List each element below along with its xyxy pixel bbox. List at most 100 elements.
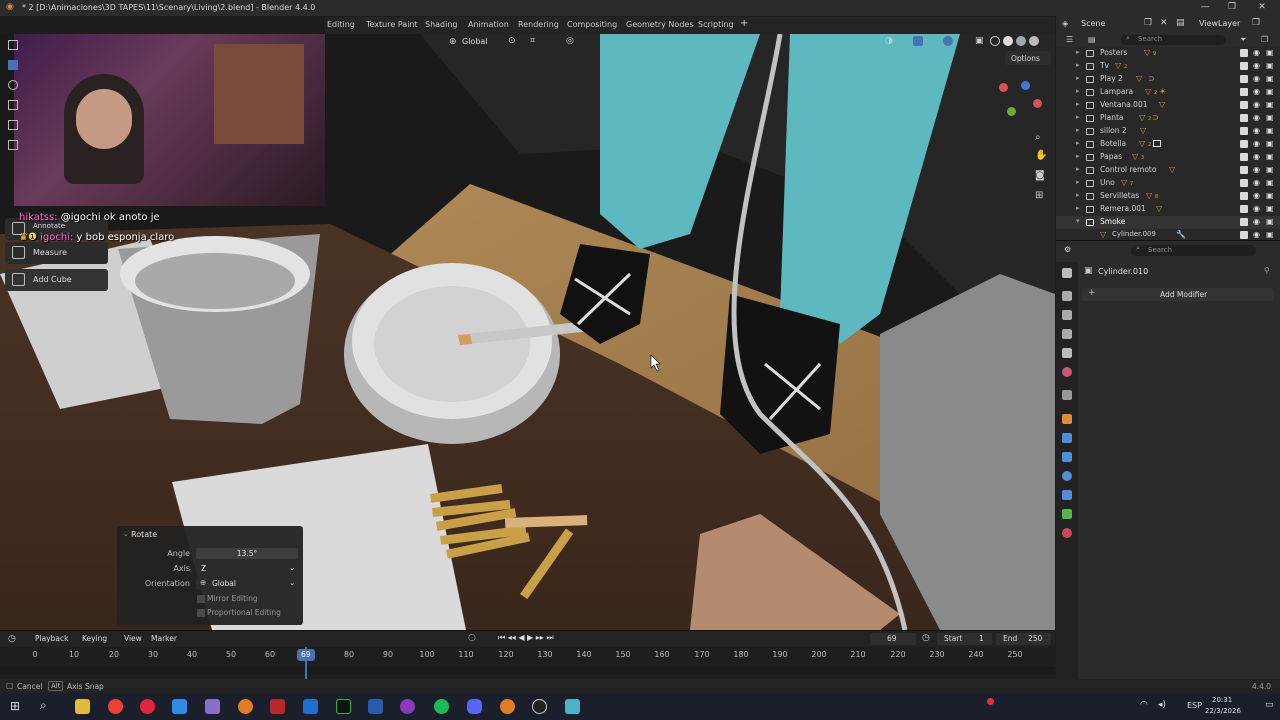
modifier-tab-icon[interactable]	[1062, 433, 1072, 443]
outliner-item-ventana[interactable]: ▸ Ventana.001 ▽ ◉ ▣	[1056, 99, 1280, 112]
discord-icon[interactable]	[467, 699, 482, 714]
collapse-arrow-icon[interactable]: ▾	[1076, 217, 1080, 225]
next-keyframe-icon[interactable]: ▸▸	[536, 633, 544, 642]
eye-icon[interactable]: ◉	[1253, 217, 1260, 226]
outliner-item-cylinder[interactable]: ▽ Cylinder.009 🔧 ◉ ▣	[1056, 229, 1280, 240]
include-checkbox[interactable]	[1240, 49, 1248, 57]
minimize-button[interactable]: —	[1195, 2, 1215, 12]
notifications-icon[interactable]: ▭	[1265, 700, 1274, 710]
expand-arrow-icon[interactable]: ▸	[1076, 178, 1080, 186]
render-tab-icon[interactable]	[1062, 291, 1072, 301]
constraints-tab-icon[interactable]	[1062, 490, 1072, 500]
blender-active-icon[interactable]	[500, 699, 515, 714]
outliner-item-lampara[interactable]: ▸ Lampara ▽ 2 ☀ ◉ ▣	[1056, 86, 1280, 99]
render-icon[interactable]: ▣	[1266, 230, 1274, 239]
include-checkbox[interactable]	[1240, 101, 1248, 109]
transform-icon[interactable]	[8, 140, 18, 150]
outliner-item-control-remoto[interactable]: ▸ Control remoto ▽ ◉ ▣	[1056, 164, 1280, 177]
photos-icon[interactable]	[303, 699, 318, 714]
axis-dropdown[interactable]: Z ⌄	[196, 563, 298, 574]
eye-icon[interactable]: ◉	[1253, 48, 1260, 57]
tool-add-cube[interactable]: Add Cube	[5, 269, 108, 291]
outliner-item-smoke[interactable]: ▾ Smoke ◉ ▣	[1056, 216, 1280, 229]
grid-view-icon[interactable]: ⊞	[1035, 190, 1043, 201]
material-shading-icon[interactable]	[1016, 36, 1026, 46]
outliner-item-remera[interactable]: ▸ Remera.001 ▽ ◉ ▣	[1056, 203, 1280, 216]
pivot-icon[interactable]: ⊙	[508, 36, 516, 46]
view-layer-name[interactable]: ViewLayer	[1199, 19, 1240, 28]
marker-menu[interactable]: Marker	[151, 634, 177, 643]
new-scene-icon[interactable]: ❐	[1144, 18, 1152, 28]
close-button[interactable]: ✕	[1252, 2, 1272, 12]
eye-icon[interactable]: ◉	[1253, 165, 1260, 174]
opera-icon[interactable]	[140, 699, 155, 714]
expand-arrow-icon[interactable]: ▸	[1076, 152, 1080, 160]
end-frame-field[interactable]: End 250	[996, 633, 1051, 645]
pin-icon[interactable]: ⚲	[1264, 266, 1270, 275]
render-icon[interactable]: ▣	[1266, 165, 1274, 174]
data-tab-icon[interactable]	[1062, 509, 1072, 519]
delete-scene-icon[interactable]: ✕	[1160, 18, 1168, 28]
wifi-icon[interactable]: ◠	[1140, 700, 1148, 710]
include-checkbox[interactable]	[1240, 166, 1248, 174]
editor-type-icon[interactable]: ◷	[8, 634, 16, 644]
expand-arrow-icon[interactable]: ▸	[1076, 61, 1080, 69]
view-menu[interactable]: View	[124, 634, 142, 643]
outliner-item-posters[interactable]: ▸ Posters ▽ 9 ◉ ▣	[1056, 47, 1280, 60]
eye-icon[interactable]: ◉	[1253, 74, 1260, 83]
clock-time[interactable]: 20:31	[1212, 696, 1232, 704]
blender-taskbar-icon[interactable]	[238, 699, 253, 714]
tool-measure[interactable]: Measure	[5, 242, 108, 264]
include-checkbox[interactable]	[1240, 218, 1248, 226]
add-workspace-button[interactable]: +	[740, 18, 748, 29]
include-checkbox[interactable]	[1240, 153, 1248, 161]
outliner-item-planta[interactable]: ▸ Planta ▽ 2 ⊃ ◉ ▣	[1056, 112, 1280, 125]
play-icon[interactable]: ▶	[527, 633, 533, 642]
expand-arrow-icon[interactable]: ▸	[1076, 191, 1080, 199]
eye-icon[interactable]: ◉	[1253, 152, 1260, 161]
navigation-gizmo[interactable]	[995, 79, 1045, 129]
outliner-item-sillon-2[interactable]: ▸ sillon 2 ▽ ◉ ▣	[1056, 125, 1280, 138]
outliner-item-uno[interactable]: ▸ Uno ▽ 7 ◉ ▣	[1056, 177, 1280, 190]
maximize-button[interactable]: ❐	[1222, 2, 1242, 12]
particles-tab-icon[interactable]	[1062, 452, 1072, 462]
eye-icon[interactable]: ◉	[1253, 178, 1260, 187]
playback-menu[interactable]: Playback	[35, 634, 68, 643]
eye-icon[interactable]: ◉	[1253, 126, 1260, 135]
spotify-icon[interactable]	[434, 699, 449, 714]
render-icon[interactable]: ▣	[1266, 87, 1274, 96]
render-icon[interactable]: ▣	[1266, 61, 1274, 70]
view-layer-tab-icon[interactable]	[1062, 329, 1072, 339]
tab-editing[interactable]: Editing	[327, 20, 355, 29]
paint-app-icon[interactable]	[400, 699, 415, 714]
expand-arrow-icon[interactable]: ▸	[1076, 100, 1080, 108]
outliner-search[interactable]: ⌕ Search	[1121, 34, 1226, 45]
tab-animation[interactable]: Animation	[468, 20, 509, 29]
include-checkbox[interactable]	[1240, 127, 1248, 135]
move-icon[interactable]	[8, 80, 18, 90]
tab-geometry-nodes[interactable]: Geometry Nodes	[626, 20, 693, 29]
playhead-handle[interactable]: 69	[297, 649, 315, 661]
outliner-item-papas[interactable]: ▸ Papas ▽ 3 ◉ ▣	[1056, 151, 1280, 164]
overlay-toggle-icon[interactable]	[943, 36, 953, 46]
render-icon[interactable]: ▣	[1266, 191, 1274, 200]
file-explorer-icon[interactable]	[75, 699, 90, 714]
tab-compositing[interactable]: Compositing	[567, 20, 617, 29]
search-icon[interactable]: ⌕	[40, 698, 47, 713]
display-mode-icon[interactable]: ▤	[1088, 35, 1096, 44]
tab-rendering[interactable]: Rendering	[518, 20, 559, 29]
autokey-icon[interactable]: ○	[468, 633, 476, 643]
properties-type-icon[interactable]: ⚙	[1064, 245, 1071, 254]
mirror-checkbox[interactable]	[197, 595, 205, 603]
expand-arrow-icon[interactable]: ▸	[1076, 87, 1080, 95]
expand-arrow-icon[interactable]: ▸	[1076, 139, 1080, 147]
keying-menu[interactable]: Keying	[82, 634, 107, 643]
clock-date[interactable]: 22/3/2026	[1205, 707, 1241, 715]
voice-app-icon[interactable]	[270, 699, 285, 714]
tab-texture-paint[interactable]: Texture Paint	[366, 20, 418, 29]
language-indicator[interactable]: ESP	[1187, 701, 1202, 710]
tab-shading[interactable]: Shading	[425, 20, 458, 29]
snap-icon[interactable]: ⌗	[530, 36, 535, 46]
visibility-icon[interactable]: ◑	[885, 36, 893, 46]
tool-tab-icon[interactable]	[1062, 268, 1072, 278]
